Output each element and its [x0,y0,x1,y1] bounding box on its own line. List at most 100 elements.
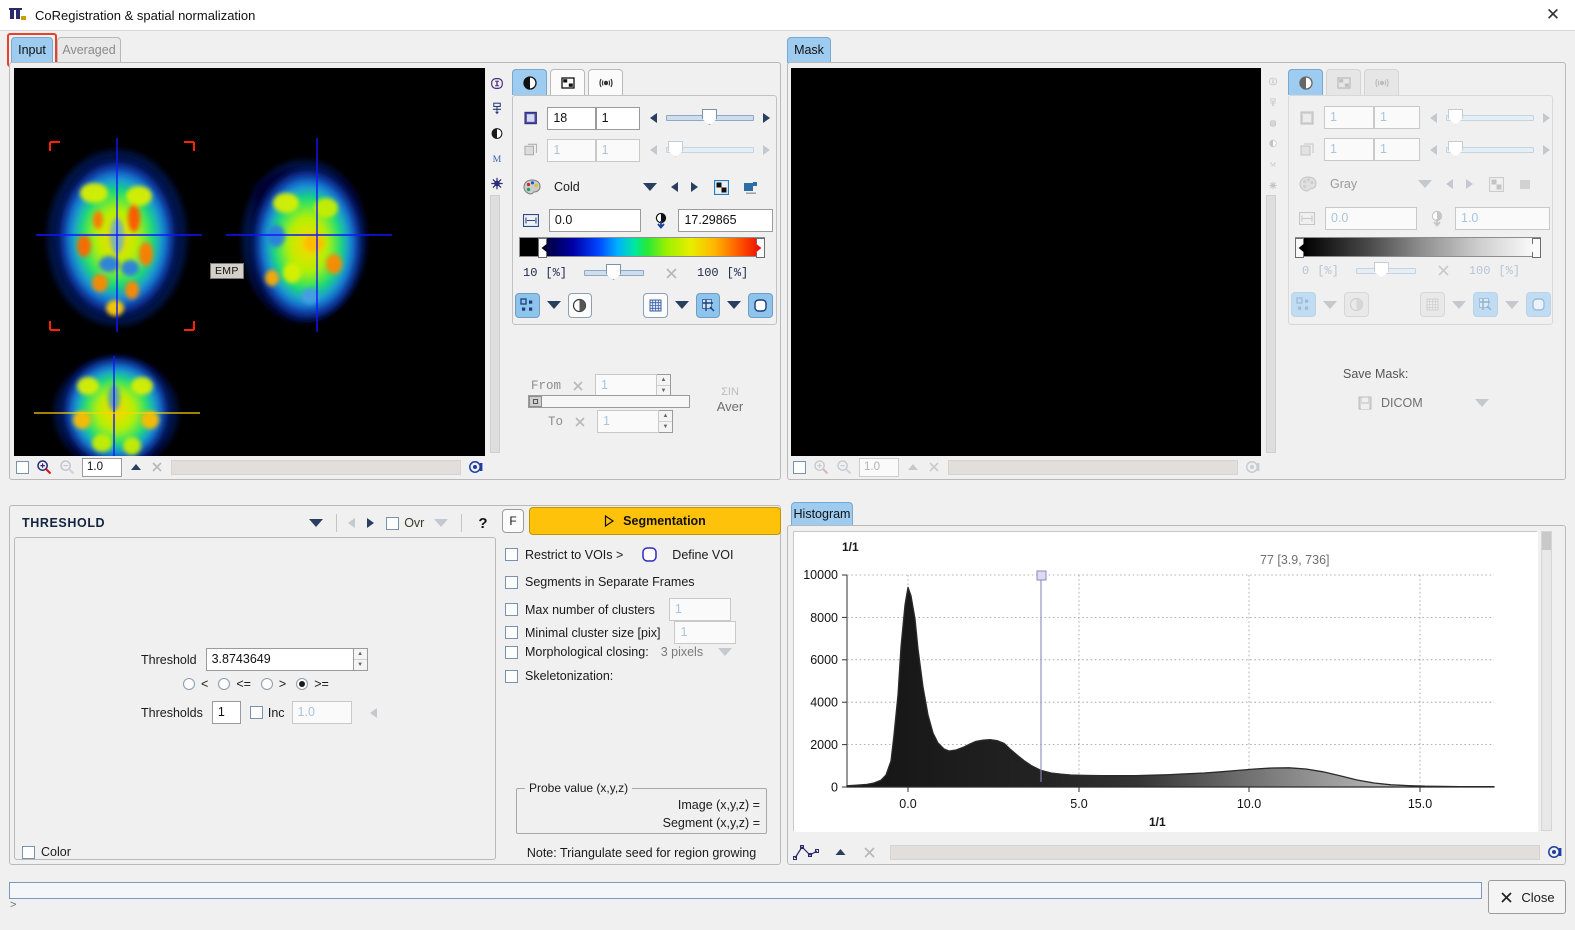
input-slice-slider[interactable] [666,109,754,125]
input-slice-next[interactable] [763,113,770,123]
mask-triangulate-button[interactable] [1473,292,1498,317]
m-icon[interactable]: M [1265,160,1281,169]
mask-slice-total[interactable]: 1 [1374,106,1420,129]
mask-fullscreen-checkbox[interactable] [793,460,806,474]
input-range-max[interactable]: 17.29865 [678,208,774,232]
input-zoom-input[interactable]: 1.0 [82,457,122,477]
info-icon[interactable] [1265,77,1281,86]
palette-icon[interactable] [523,179,541,195]
frames-to-spinner[interactable]: ▲ ▼ [659,410,674,433]
mask-grid-menu[interactable] [1452,300,1466,309]
ovr-menu[interactable] [434,519,449,527]
frames-range-slider[interactable] [528,395,690,408]
close-x-icon[interactable] [150,460,164,474]
close-button[interactable]: Close [1488,880,1566,914]
input-slice-index[interactable]: 18 [547,106,596,130]
operator-le-radio[interactable] [218,678,231,690]
morphological-closing-value[interactable]: 3 pixels [661,645,703,659]
input-lut-dropdown[interactable] [642,183,657,191]
triangle-up-icon[interactable] [833,845,848,859]
restrict-vois-checkbox[interactable] [505,548,518,561]
threshold-dropdown[interactable] [309,519,324,527]
input-slice-total[interactable]: 1 [595,106,640,130]
input-lut-copy[interactable] [743,180,759,195]
save-mask-format[interactable]: DICOM [1381,396,1423,410]
voi-shape-icon[interactable] [641,546,658,563]
mask-percent-reset[interactable] [1436,263,1451,278]
triangle-up-icon[interactable] [906,460,920,474]
lut-handle-high[interactable] [756,238,765,258]
mask-image-scrollbar[interactable] [948,459,1238,475]
frames-from-clear[interactable] [571,379,585,393]
input-frame-slider[interactable] [666,141,754,157]
tab-histogram[interactable]: Histogram [791,502,853,526]
mask-slice-prev[interactable] [1430,112,1437,123]
inc-input[interactable]: 1.0 [291,701,352,724]
ctl-tab-radial[interactable] [588,69,623,95]
zoom-in-icon[interactable] [813,459,829,475]
layers-icon[interactable] [1265,98,1281,107]
mask-shape-button[interactable] [1526,292,1551,317]
operator-ge-radio[interactable] [296,678,309,690]
shape-button[interactable] [748,292,773,318]
mask-percent-slider[interactable] [1355,261,1416,278]
input-fullscreen-checkbox[interactable] [16,460,29,474]
mask-slice-next[interactable] [1543,112,1550,123]
input-percent-reset[interactable] [664,266,679,281]
separate-frames-checkbox[interactable] [505,575,518,589]
mask-zoom-input[interactable]: 1.0 [859,457,899,477]
zoom-out-icon[interactable] [836,459,852,475]
min-cluster-size-checkbox[interactable] [505,626,518,639]
mask-lut-invert[interactable] [1489,176,1505,192]
morphological-closing-dropdown[interactable] [718,648,733,656]
inc-checkbox[interactable] [249,706,263,719]
input-image-viewport[interactable]: EMP [14,68,485,456]
threshold-next[interactable] [367,518,375,528]
input-lut-prev[interactable] [670,182,678,192]
ctl-tab-contrast[interactable] [512,69,547,95]
mask-alpha-button[interactable] [1344,292,1369,317]
grid-menu[interactable] [674,301,689,309]
markers-menu[interactable] [546,301,561,309]
mask-lut-copy[interactable] [1518,177,1534,192]
histogram-hscrollbar[interactable] [890,844,1540,860]
mask-rail-scrollbar[interactable] [1266,195,1276,453]
contrast-icon[interactable] [1265,139,1281,148]
close-x-icon[interactable] [862,845,877,860]
mask-markers-button[interactable] [1291,292,1316,317]
mask-ctl-tab-contrast[interactable] [1288,69,1323,95]
markers-button[interactable] [515,292,540,318]
mask-grid-button[interactable] [1420,292,1445,317]
frames-from-spinner[interactable]: ▲ ▼ [657,374,672,397]
inc-prev[interactable] [369,707,377,718]
alpha-button[interactable] [567,292,593,318]
input-lut-next[interactable] [690,182,698,192]
m-icon[interactable]: M [489,152,505,165]
mask-image-viewport[interactable] [791,68,1261,456]
tab-averaged[interactable]: Averaged [57,37,121,63]
mask-lut-colorbar[interactable] [1295,237,1541,258]
tab-input[interactable]: Input [11,37,53,63]
mask-frame-slider[interactable] [1446,140,1534,157]
mask-frame-total[interactable]: 1 [1374,138,1420,161]
save-mask-dropdown[interactable] [1474,399,1489,407]
histogram-vscrollbar[interactable] [1541,531,1552,831]
operator-gt-radio[interactable] [260,678,273,690]
mask-lut-dropdown[interactable] [1418,180,1433,188]
input-image-scrollbar[interactable] [171,459,461,475]
snapshot-icon[interactable] [1245,459,1261,475]
input-lut-invert[interactable] [713,179,729,195]
info-icon[interactable] [489,77,505,90]
f-button[interactable]: F [502,509,524,533]
tab-mask[interactable]: Mask [787,37,831,63]
input-range-min[interactable]: 0.0 [548,208,641,232]
morphological-closing-checkbox[interactable] [505,645,518,659]
layers-icon[interactable] [489,102,505,115]
grid-button[interactable] [643,292,668,318]
frames-to-clear[interactable] [573,415,587,429]
help-button[interactable]: ? [478,515,487,532]
fusion-icon[interactable] [489,177,505,190]
triangulate-menu[interactable] [727,301,742,309]
snapshot-icon[interactable] [468,459,484,475]
max-clusters-input[interactable]: 1 [668,598,731,621]
